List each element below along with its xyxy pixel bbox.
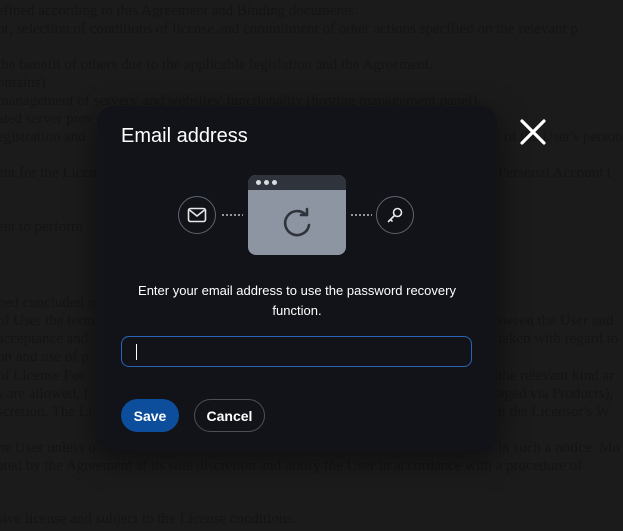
email-field[interactable] xyxy=(121,336,472,367)
key-icon xyxy=(376,196,414,234)
recovery-illustration xyxy=(97,106,497,266)
cancel-button[interactable]: Cancel xyxy=(194,399,265,432)
mail-icon xyxy=(178,196,216,234)
dialog-description: Enter your email address to use the pass… xyxy=(138,283,456,318)
refresh-icon xyxy=(283,207,311,236)
close-icon[interactable] xyxy=(516,115,550,149)
browser-window-icon xyxy=(248,175,346,255)
connector-dots xyxy=(221,214,243,216)
email-dialog: Email address Enter your email address t… xyxy=(97,106,497,451)
text-caret xyxy=(136,344,137,360)
save-button[interactable]: Save xyxy=(121,399,179,432)
connector-dots xyxy=(350,214,372,216)
